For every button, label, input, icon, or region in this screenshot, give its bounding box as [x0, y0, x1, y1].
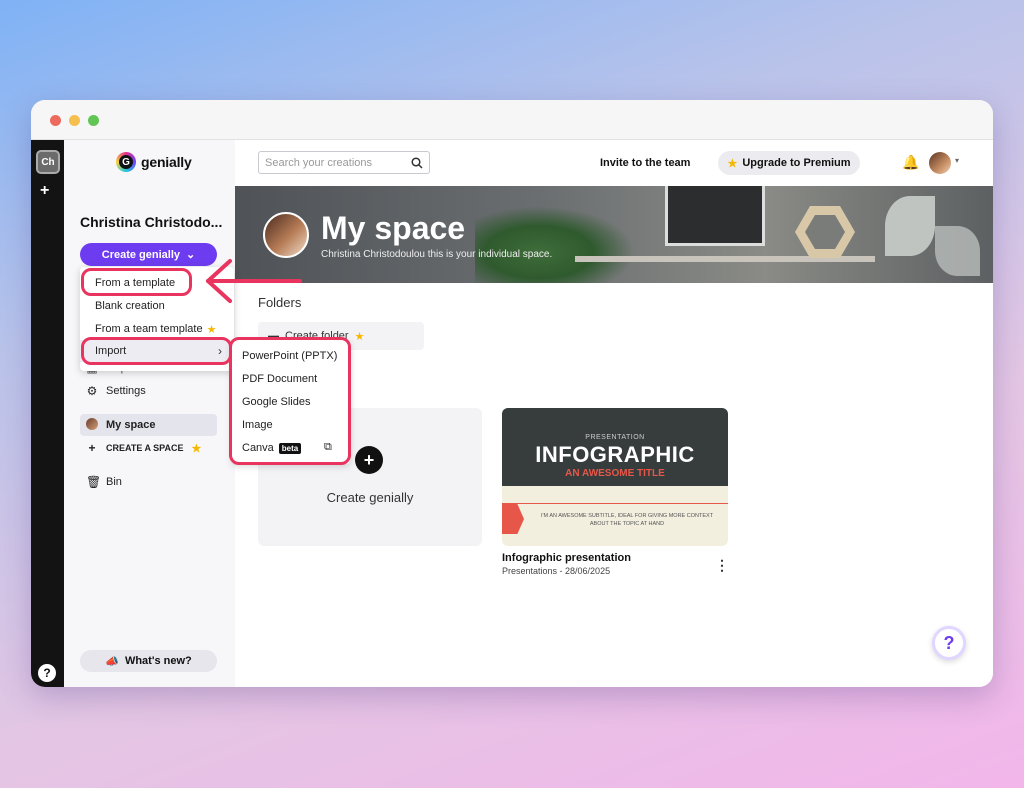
- trash-icon: 🗑: [86, 475, 102, 489]
- premium-star-icon: ★: [727, 157, 738, 170]
- bell-icon[interactable]: 🔔: [902, 154, 919, 171]
- menu-item-label: Image: [242, 419, 273, 431]
- page-title: My space: [321, 210, 466, 246]
- menu-item-import[interactable]: Import ›: [80, 340, 234, 362]
- chevron-down-icon: ⌄: [186, 249, 196, 261]
- upgrade-label: Upgrade to Premium: [742, 157, 851, 169]
- creation-title[interactable]: Infographic presentation: [502, 552, 631, 564]
- creation-meta: Presentations - 28/06/2025: [502, 566, 611, 576]
- premium-star-icon: ★: [354, 330, 365, 343]
- menu-item-label: Google Slides: [242, 396, 311, 408]
- whats-new-label: What's new?: [124, 655, 192, 667]
- thumbnail-headline: INFOGRAPHIC: [535, 442, 695, 467]
- banner-plant: [475, 206, 635, 283]
- banner-leaf: [885, 196, 935, 256]
- chevron-right-icon: ›: [218, 344, 222, 358]
- thumbnail-arrow: [502, 504, 524, 534]
- thumbnail-pretitle: PRESENTATION: [585, 434, 645, 441]
- sidebar-item-settings[interactable]: ⚙ Settings: [80, 380, 217, 402]
- plus-icon: +: [355, 446, 383, 474]
- import-pptx[interactable]: PowerPoint (PPTX): [242, 350, 337, 362]
- avatar[interactable]: [929, 152, 951, 174]
- maximize-window-button[interactable]: [88, 115, 99, 126]
- logo-wordmark: genially: [141, 154, 192, 170]
- add-workspace-icon[interactable]: +: [40, 182, 49, 200]
- external-link-icon: ⧉: [324, 441, 332, 453]
- space-banner: My space Christina Christodoulou this is…: [235, 186, 993, 283]
- sidebar-item-create-space[interactable]: + CREATE A SPACE ★: [80, 437, 217, 459]
- search-placeholder: Search your creations: [265, 156, 372, 169]
- sidebar-item-label: Settings: [106, 385, 146, 397]
- menu-item-label: Canva: [242, 442, 274, 454]
- menu-item-label: Import: [95, 345, 127, 357]
- genially-logo[interactable]: G genially: [116, 152, 192, 172]
- workspace-switcher[interactable]: Ch: [36, 150, 60, 174]
- browser-window: Ch + ? G genially Christina Christodo...…: [31, 100, 993, 687]
- import-image[interactable]: Image: [242, 419, 273, 431]
- help-icon[interactable]: ?: [38, 664, 56, 682]
- banner-monitor: [665, 186, 765, 246]
- create-genially-label: Create genially: [101, 248, 181, 261]
- import-pdf[interactable]: PDF Document: [242, 373, 317, 385]
- workspace-rail: Ch + ?: [31, 140, 64, 687]
- help-chat-button[interactable]: ?: [932, 626, 966, 660]
- megaphone-icon: 📣: [105, 655, 119, 668]
- create-card-label: Create genially: [326, 490, 414, 505]
- chevron-down-icon[interactable]: ▾: [955, 156, 959, 165]
- page-subtitle: Christina Christodoulou this is your ind…: [321, 249, 553, 260]
- premium-star-icon: ★: [206, 323, 217, 336]
- sidebar: G genially Christina Christodo... Create…: [64, 140, 235, 687]
- beta-badge: beta: [278, 442, 302, 454]
- thumbnail-divider: [502, 503, 728, 504]
- banner-leaf: [935, 226, 980, 276]
- menu-item-label: From a template: [95, 277, 176, 289]
- menu-item-label: PDF Document: [242, 373, 318, 385]
- menu-item-label: PowerPoint (PPTX): [242, 350, 338, 362]
- sidebar-item-label: Bin: [106, 476, 122, 488]
- menu-item-blank-creation[interactable]: Blank creation: [80, 295, 234, 317]
- create-dropdown-menu: From a template Blank creation From a te…: [80, 267, 234, 371]
- whats-new-button[interactable]: 📣 What's new?: [80, 650, 217, 672]
- thumbnail-body: I'M AN AWESOME SUBTITLE, IDEAL FOR GIVIN…: [540, 513, 714, 527]
- create-genially-button[interactable]: Create genially ⌄: [80, 243, 217, 266]
- thumbnail-subheadline: AN AWESOME TITLE: [565, 468, 665, 479]
- import-submenu: PowerPoint (PPTX) PDF Document Google Sl…: [232, 340, 350, 464]
- menu-item-label: Blank creation: [95, 300, 165, 312]
- search-input[interactable]: Search your creations: [258, 151, 430, 174]
- premium-star-icon: ★: [191, 442, 202, 455]
- menu-item-team-template[interactable]: From a team template ★: [80, 318, 234, 340]
- menu-item-label: From a team template: [95, 323, 203, 335]
- window-titlebar: [31, 100, 993, 140]
- logo-mark: G: [119, 155, 133, 169]
- genially-logo-icon: G: [116, 152, 136, 172]
- avatar: [86, 417, 98, 433]
- gear-icon: ⚙: [86, 384, 98, 398]
- upgrade-premium-button[interactable]: ★ Upgrade to Premium: [718, 151, 860, 175]
- user-name: Christina Christodo...: [80, 214, 223, 230]
- sidebar-item-my-space[interactable]: My space: [80, 414, 217, 436]
- import-google-slides[interactable]: Google Slides: [242, 396, 311, 408]
- menu-item-from-template[interactable]: From a template: [80, 272, 234, 294]
- close-window-button[interactable]: [50, 115, 61, 126]
- minimize-window-button[interactable]: [69, 115, 80, 126]
- avatar: [263, 212, 309, 258]
- invite-team-link[interactable]: Invite to the team: [600, 157, 690, 169]
- search-icon: [411, 156, 423, 169]
- creation-thumbnail[interactable]: PRESENTATION INFOGRAPHIC AN AWESOME TITL…: [502, 408, 728, 546]
- folders-heading: Folders: [258, 295, 302, 310]
- more-options-icon[interactable]: ⋮: [715, 557, 729, 574]
- sidebar-item-label: My space: [106, 419, 156, 431]
- sidebar-item-bin[interactable]: 🗑 Bin: [80, 471, 217, 493]
- import-canva[interactable]: Canva beta: [242, 442, 302, 454]
- plus-icon: +: [88, 441, 96, 455]
- sidebar-item-label: CREATE A SPACE: [106, 443, 184, 453]
